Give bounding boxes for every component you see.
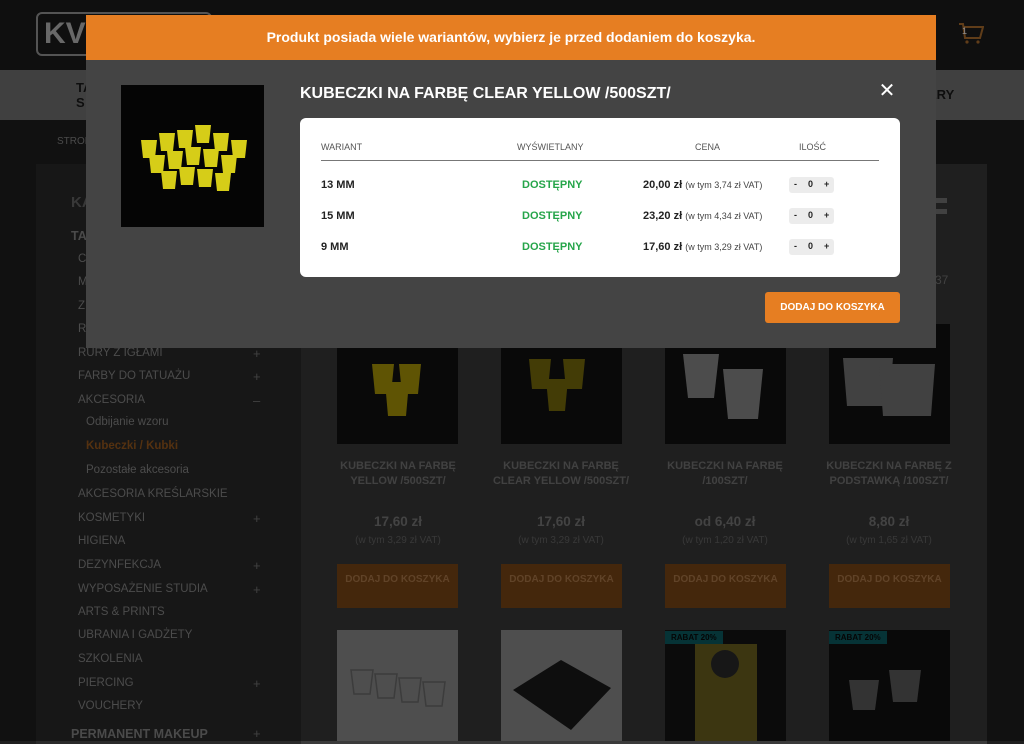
price-vat: (w tym 3,29 zł VAT) [685,242,763,252]
column-header-shown: WYŚWIETLANY [517,142,584,152]
price-value: 20,00 zł [643,179,683,191]
price-value: 23,20 zł [643,210,683,222]
variant-name: 15 MM [321,210,355,222]
column-header-variant: WARIANT [321,142,363,152]
column-header-qty: ILOŚĆ [799,142,827,152]
qty-minus-button[interactable]: - [794,241,797,251]
qty-plus-button[interactable]: + [824,241,829,251]
qty-plus-button[interactable]: + [824,210,829,220]
variant-modal: Produkt posiada wiele wariantów, wybierz… [86,15,936,348]
price-vat: (w tym 4,34 zł VAT) [685,211,763,221]
quantity-stepper: - 0 + [789,239,834,255]
qty-minus-button[interactable]: - [794,210,797,220]
variant-status: DOSTĘPNY [522,179,583,191]
price-value: 17,60 zł [643,241,683,253]
variant-status: DOSTĘPNY [522,241,583,253]
qty-value[interactable]: 0 [808,241,813,251]
variant-price: 23,20 zł (w tym 4,34 zł VAT) [643,210,762,222]
column-header-price: CENA [695,142,721,152]
add-to-cart-button[interactable]: DODAJ DO KOSZYKA [765,292,900,323]
variant-price: 20,00 zł (w tym 3,74 zł VAT) [643,179,762,191]
variant-warning-banner: Produkt posiada wiele wariantów, wybierz… [86,15,936,60]
variant-price: 17,60 zł (w tym 3,29 zł VAT) [643,241,762,253]
header-divider [321,160,879,161]
price-vat: (w tym 3,74 zł VAT) [685,180,763,190]
variant-table-card: WARIANT WYŚWIETLANY CENA ILOŚĆ 13 MM DOS… [300,118,900,277]
qty-plus-button[interactable]: + [824,179,829,189]
qty-value[interactable]: 0 [808,179,813,189]
modal-title: KUBECZKI NA FARBĘ CLEAR YELLOW /500SZT/ [300,85,671,102]
quantity-stepper: - 0 + [789,208,834,224]
quantity-stepper: - 0 + [789,177,834,193]
qty-value[interactable]: 0 [808,210,813,220]
close-icon[interactable]: ✕ [877,81,897,101]
variant-name: 9 MM [321,241,349,253]
modal-product-image [121,85,264,227]
variant-status: DOSTĘPNY [522,210,583,222]
variant-name: 13 MM [321,179,355,191]
qty-minus-button[interactable]: - [794,179,797,189]
